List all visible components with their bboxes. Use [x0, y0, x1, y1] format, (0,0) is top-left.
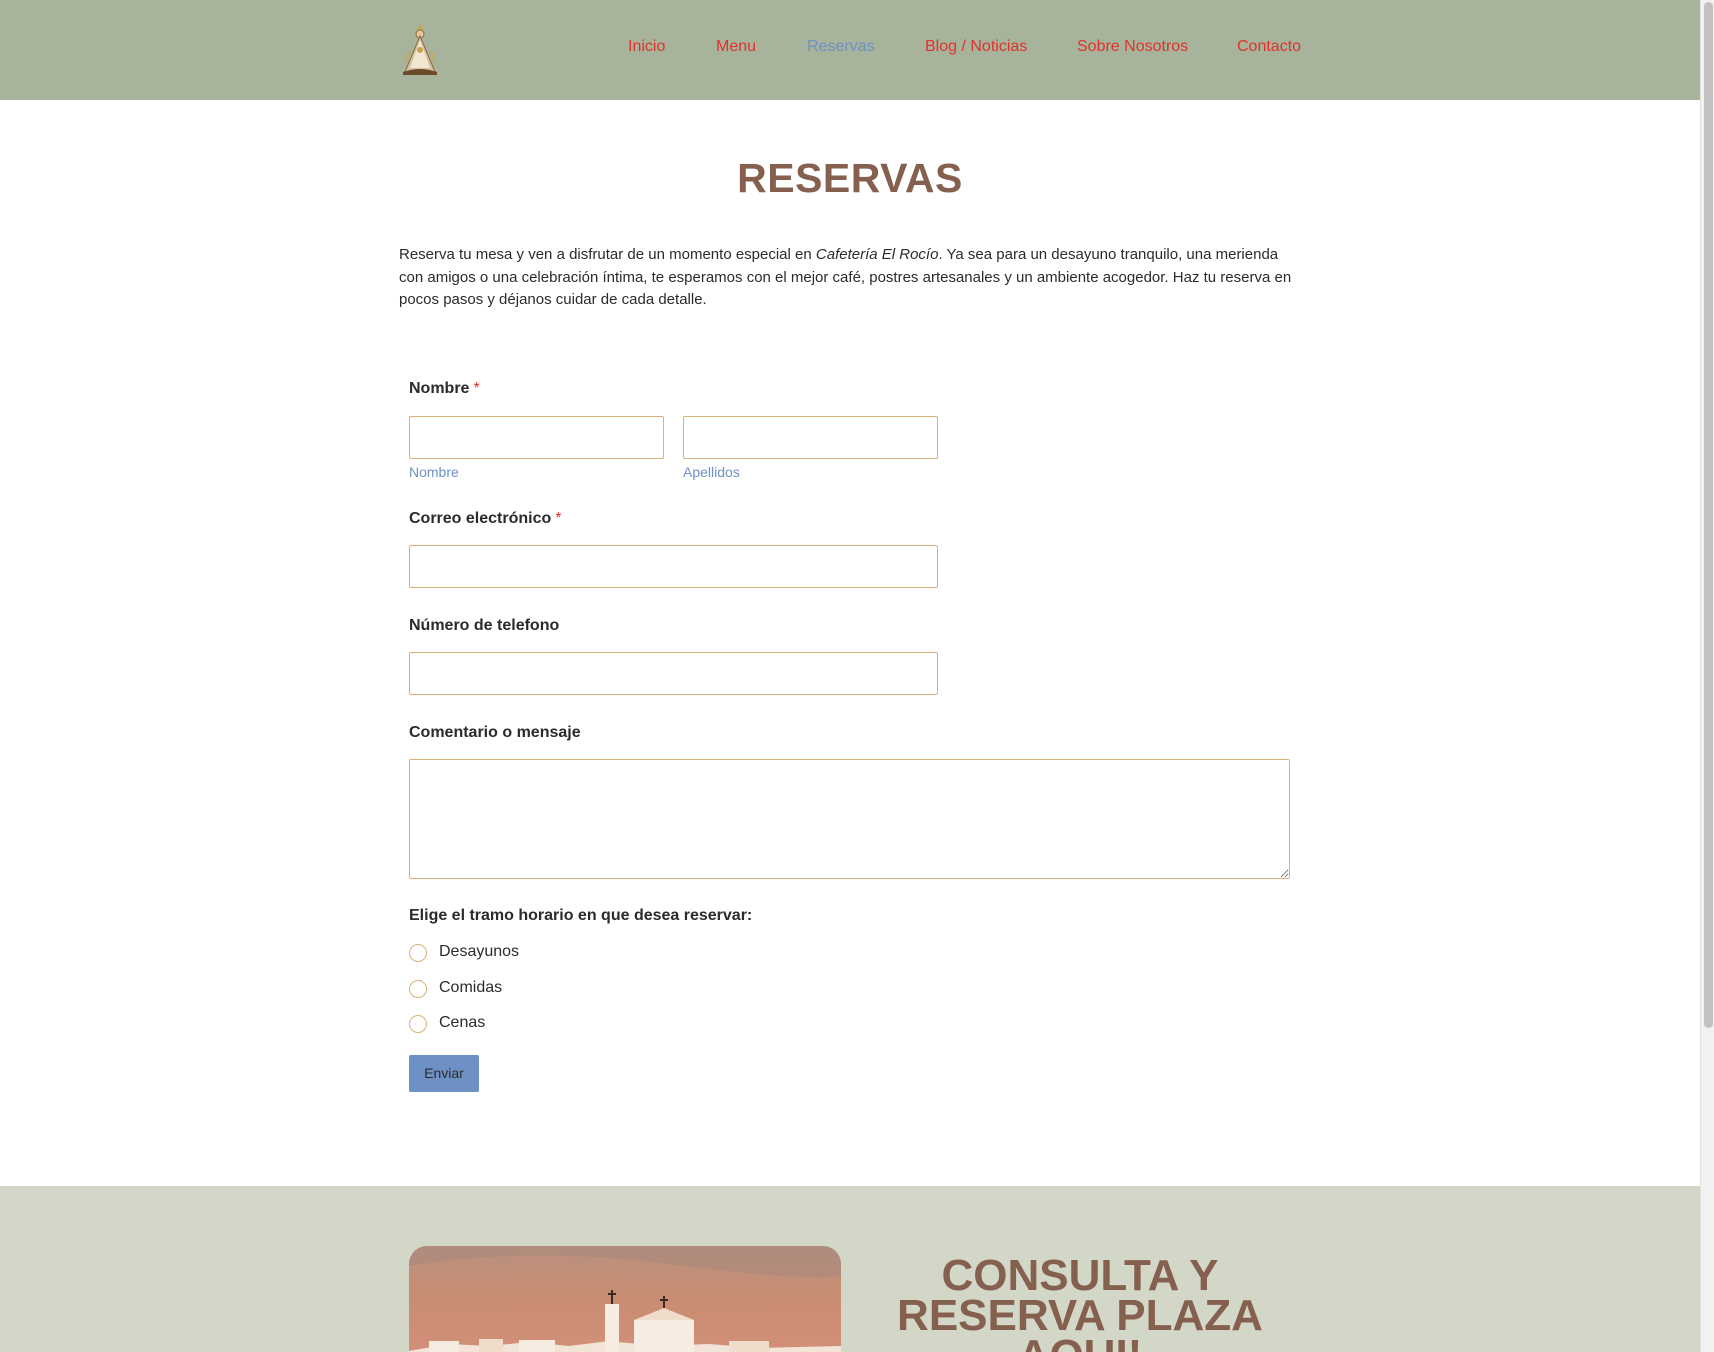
required-mark: *	[555, 510, 562, 527]
phone-input[interactable]	[409, 652, 938, 695]
name-label-text: Nombre	[409, 380, 470, 397]
nav-link-contacto[interactable]: Contacto	[1237, 38, 1301, 56]
radio-label: Comidas	[439, 979, 503, 996]
last-name-input[interactable]	[683, 416, 938, 459]
email-input[interactable]	[409, 545, 938, 588]
required-mark: *	[473, 380, 480, 397]
comment-textarea[interactable]	[409, 759, 1290, 879]
nav-link-blog[interactable]: Blog / Noticias	[925, 38, 1027, 56]
phone-label: Número de telefono	[409, 617, 560, 634]
submit-button[interactable]: Enviar	[409, 1055, 479, 1092]
email-label-text: Correo electrónico	[409, 510, 552, 527]
name-label: Nombre *	[409, 380, 480, 398]
radio-button[interactable]	[409, 980, 427, 998]
email-label: Correo electrónico *	[409, 510, 562, 528]
comment-label: Comentario o mensaje	[409, 724, 581, 741]
site-header: Inicio Menu Reservas Blog / Noticias Sob…	[0, 0, 1700, 100]
radio-label: Cenas	[439, 1014, 486, 1031]
nav-link-sobre-nosotros[interactable]: Sobre Nosotros	[1077, 38, 1188, 56]
cafe-name: Cafetería El Rocío	[815, 246, 939, 263]
promo-section: CONSULTA Y RESERVA PLAZA AQUI!	[0, 1186, 1700, 1352]
last-name-sublabel: Apellidos	[683, 464, 740, 480]
promo-heading: CONSULTA Y RESERVA PLAZA AQUI!	[897, 1251, 1263, 1352]
radio-button[interactable]	[409, 1015, 427, 1033]
intro-paragraph: Reserva tu mesa y ven a disfrutar de un …	[399, 244, 1299, 312]
nav-link-reservas[interactable]: Reservas	[807, 38, 875, 56]
scrollbar-thumb[interactable]	[1704, 2, 1713, 1028]
intro-text-start: Reserva tu mesa y ven a disfrutar de un …	[399, 246, 816, 263]
time-slot-label: Elige el tramo horario en que desea rese…	[409, 907, 753, 924]
first-name-sublabel: Nombre	[409, 464, 459, 480]
radio-label: Desayunos	[439, 943, 520, 960]
main-nav: Inicio Menu Reservas Blog / Noticias Sob…	[0, 38, 1700, 62]
promo-photo-ermita	[409, 1246, 841, 1352]
nav-link-menu[interactable]: Menu	[716, 38, 756, 56]
nav-link-inicio[interactable]: Inicio	[628, 38, 665, 56]
radio-button[interactable]	[409, 944, 427, 962]
first-name-input[interactable]	[409, 416, 664, 459]
page-title: RESERVAS	[737, 155, 963, 201]
page-scrollbar[interactable]	[1700, 0, 1714, 1352]
